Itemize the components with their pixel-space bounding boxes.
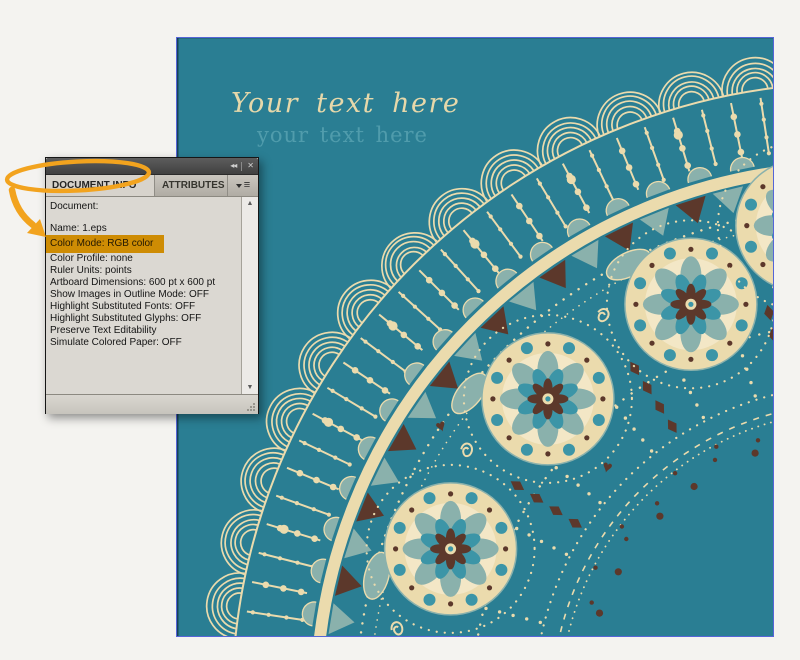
info-line-highlighted: Color Mode: RGB color (46, 235, 164, 253)
svg-text:♥: ♥ (433, 415, 449, 436)
annotation-arrow-head (27, 219, 46, 237)
info-line: Color Profile: none (50, 253, 133, 264)
artwork-title-text: Your text here (231, 88, 461, 119)
panel-menu-button[interactable]: ≡ (227, 175, 258, 196)
collapse-to-icons-button[interactable]: ◂◂ (230, 162, 237, 170)
resize-grip[interactable] (245, 401, 256, 412)
titlebar-divider (241, 161, 243, 171)
tab-attributes[interactable]: ATTRIBUTES (155, 175, 227, 196)
panel-content: Document: Name: 1.eps Color Mode: RGB colo… (46, 197, 258, 394)
close-panel-button[interactable]: ✕ (247, 162, 254, 170)
artboard-canvas[interactable]: ♥ ♥ Your text here your text here (176, 37, 774, 637)
info-line: Show Images in Outline Mode: OFF (50, 289, 209, 300)
info-line: Artboard Dimensions: 600 pt x 600 pt (50, 277, 216, 288)
info-line: Name: 1.eps (50, 223, 107, 234)
artwork-subtitle-text: your text here (257, 123, 428, 147)
scroll-down-button[interactable]: ▼ (242, 381, 258, 394)
document-info-panel: ◂◂ ✕ DOCUMENT INFO ATTRIBUTES ≡ Document… (45, 157, 259, 414)
panel-info-lines: Document: Name: 1.eps Color Mode: RGB colo… (46, 197, 242, 349)
info-line: Highlight Substituted Glyphs: OFF (50, 313, 202, 324)
info-line: Document: (50, 201, 99, 212)
scroll-up-button[interactable]: ▲ (242, 197, 258, 210)
info-line: Ruler Units: points (50, 265, 132, 276)
scrollbar[interactable]: ▲ ▼ (241, 197, 258, 394)
annotation-arrow-shaft (8, 186, 37, 229)
panel-titlebar[interactable]: ◂◂ ✕ (46, 158, 258, 175)
menu-caret-icon (235, 183, 242, 188)
panel-tab-bar: DOCUMENT INFO ATTRIBUTES ≡ (46, 175, 258, 197)
svg-text:♥: ♥ (600, 457, 615, 478)
panel-statusbar (46, 394, 258, 414)
menu-lines-icon: ≡ (243, 179, 251, 191)
info-line: Highlight Substituted Fonts: OFF (50, 301, 196, 312)
info-line-spacer (46, 213, 242, 223)
info-line: Simulate Colored Paper: OFF (50, 337, 182, 348)
tab-document-info[interactable]: DOCUMENT INFO (46, 175, 155, 196)
info-line: Preserve Text Editability (50, 325, 157, 336)
